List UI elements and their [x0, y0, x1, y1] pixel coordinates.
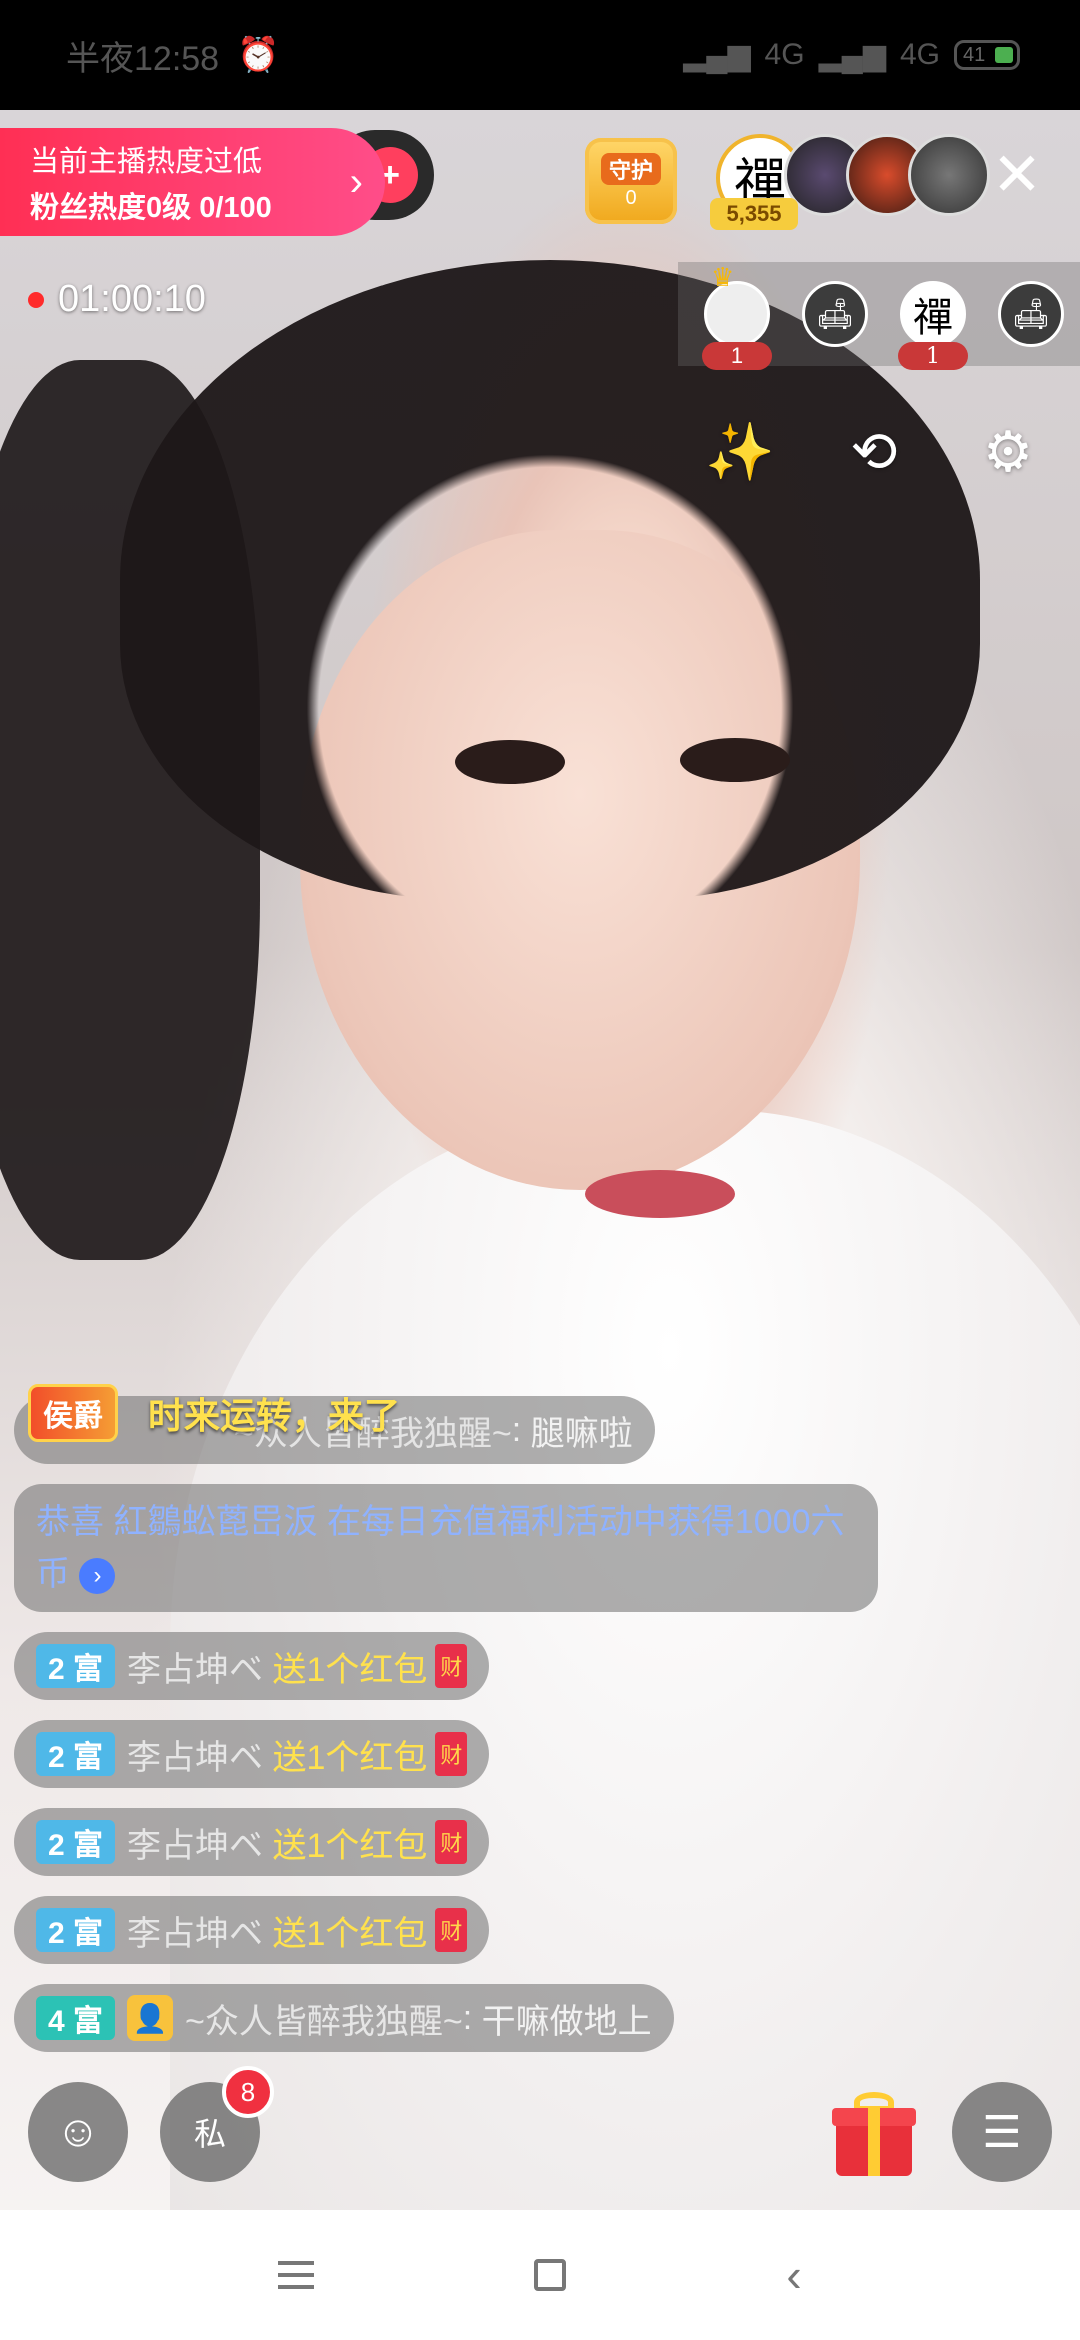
heat-banner[interactable]: 当前主播热度过低 粉丝热度0级 0/100 › — [0, 128, 385, 236]
system-message[interactable]: 恭喜 紅鶵蚣蓖岊汳 在每日充值福利活动中获得1000六币 › — [14, 1484, 878, 1612]
signal-icon: ▂▄▆ — [683, 38, 751, 72]
chat-action: 送1个红包 — [272, 1826, 428, 1865]
guard-label: 守护 — [600, 152, 661, 185]
user-level-badge: 2 富 — [36, 1908, 116, 1952]
private-message-label: 私 — [193, 2116, 226, 2152]
seat-badge: 1 — [702, 342, 772, 370]
red-packet-icon: 财 — [435, 1820, 468, 1864]
chevron-right-icon[interactable]: › — [79, 1558, 116, 1595]
status-left: 半夜12:58 ⏰ — [66, 31, 279, 80]
chat-user: 李占坤ベ — [127, 1914, 264, 1953]
red-packet-icon: 财 — [435, 1732, 468, 1776]
redpacket-message[interactable]: 2 富 李占坤ベ 送1个红包 财 — [14, 1632, 490, 1700]
chat-content: 腿嘛啦 — [530, 1414, 633, 1453]
viewer-avatar[interactable] — [908, 134, 990, 216]
chat-action: 送1个红包 — [272, 1914, 428, 1953]
rank-text: 时来运转，来了 — [148, 1395, 401, 1436]
user-level-badge: 4 富 — [36, 1996, 116, 2040]
private-message-button[interactable]: 私 8 — [160, 2066, 274, 2182]
user-level-badge: 2 富 — [36, 1644, 116, 1688]
system-nav-bar: ‹ — [0, 2210, 1080, 2340]
back-icon[interactable]: ‹ — [786, 2248, 801, 2302]
chevron-right-icon: › — [349, 160, 363, 204]
seat-occupied[interactable]: ♛ 1 — [702, 262, 772, 370]
comment-button[interactable]: ☺ — [28, 2082, 128, 2182]
sofa-icon: 🛋 — [815, 297, 855, 331]
camera-switch-icon[interactable]: ⟲ — [836, 414, 912, 490]
status-bar: 半夜12:58 ⏰ ▂▄▆ 4G ▂▄▆ 4G 41 — [0, 0, 1080, 110]
chat-message[interactable]: 4 富 👤 ~众人皆醉我独醒~: 干嘛做地上 — [14, 1984, 674, 2052]
redpacket-message[interactable]: 2 富 李占坤ベ 送1个红包 财 — [14, 1808, 490, 1876]
chat-user: ~众人皆醉我独醒~ — [185, 2002, 463, 2041]
heat-banner-line2: 粉丝热度0级 0/100 — [30, 184, 385, 226]
timer-text: 01:00:10 — [58, 278, 206, 320]
battery-level: 41 — [963, 43, 986, 66]
seat-empty[interactable]: 🛋 — [802, 281, 868, 347]
guard-count: 0 — [625, 186, 637, 209]
status-time: 半夜12:58 — [66, 39, 220, 78]
viewer-coin-count: 5,355 — [710, 198, 798, 230]
heat-prefix: 粉丝热度 — [30, 192, 147, 224]
chat-bubble-icon: ☺ — [55, 2107, 101, 2156]
user-level-badge: 2 富 — [36, 1820, 116, 1864]
close-icon[interactable]: ✕ — [982, 140, 1052, 210]
home-icon[interactable] — [534, 2259, 567, 2291]
mic-seats: ♛ 1 🛋 禪 1 🛋 — [678, 262, 1080, 370]
notification-badge: 8 — [222, 2066, 274, 2118]
video-lips — [585, 1170, 735, 1218]
rank-badge: 侯爵 — [28, 1384, 118, 1442]
chat-user: 李占坤ベ — [127, 1650, 264, 1689]
heat-progress: 0/100 — [199, 192, 272, 224]
signal-icon-2: ▂▄▆ — [818, 38, 886, 72]
chat-user: 李占坤ベ — [127, 1738, 264, 1777]
gear-icon[interactable]: ⚙ — [970, 414, 1046, 490]
seat-empty[interactable]: 🛋 — [998, 281, 1064, 347]
chat-user: 李占坤ベ — [127, 1826, 264, 1865]
guard-badge[interactable]: 守护 0 — [585, 138, 677, 224]
network-label-2: 4G — [899, 38, 940, 71]
chat-action: 送1个红包 — [272, 1738, 428, 1777]
chat-action: 送1个红包 — [272, 1650, 428, 1689]
video-eye-left — [455, 740, 565, 784]
rank-banner: 侯爵 时来运转，来了 — [28, 1384, 400, 1442]
seat-badge: 1 — [898, 342, 968, 370]
alarm-icon: ⏰ — [237, 36, 280, 74]
system-text: 恭喜 紅鶵蚣蓖岊汳 在每日充值福利活动中获得1000六币 — [36, 1503, 845, 1593]
video-eye-right — [680, 738, 790, 782]
seat-occupied[interactable]: 禪 1 — [898, 281, 968, 370]
redpacket-message[interactable]: 2 富 李占坤ベ 送1个红包 财 — [14, 1896, 490, 1964]
red-packet-icon: 财 — [435, 1644, 468, 1688]
menu-icon: ☰ — [982, 2107, 1022, 2157]
network-label-1: 4G — [764, 38, 805, 71]
user-avatar-icon: 👤 — [127, 1995, 174, 2041]
seat-avatar-char: 禪 — [913, 295, 953, 341]
status-right: ▂▄▆ 4G ▂▄▆ 4G 41 — [683, 38, 1020, 73]
heat-banner-line1: 当前主播热度过低 — [30, 146, 263, 178]
menu-button[interactable]: ☰ — [952, 2082, 1052, 2182]
chat-list[interactable]: 4 富 ~众人皆醉我独醒~: 腿嘛啦 恭喜 紅鶵蚣蓖岊汳 在每日充值福利活动中获… — [14, 1396, 878, 2072]
sofa-icon: 🛋 — [1011, 297, 1051, 331]
chat-content: 干嘛做地上 — [481, 2002, 652, 2041]
heat-level: 0级 — [146, 192, 192, 224]
crown-icon: ♛ — [711, 262, 735, 292]
battery-icon: 41 — [954, 40, 1020, 70]
magic-wand-icon[interactable]: ✨ — [702, 414, 778, 490]
redpacket-message[interactable]: 2 富 李占坤ベ 送1个红包 财 — [14, 1720, 490, 1788]
recents-icon[interactable] — [278, 2261, 315, 2289]
gift-icon[interactable] — [832, 2092, 916, 2176]
user-level-badge: 2 富 — [36, 1732, 116, 1776]
recording-dot-icon — [28, 291, 44, 308]
live-timer: 01:00:10 — [28, 278, 206, 321]
red-packet-icon: 财 — [435, 1908, 468, 1952]
